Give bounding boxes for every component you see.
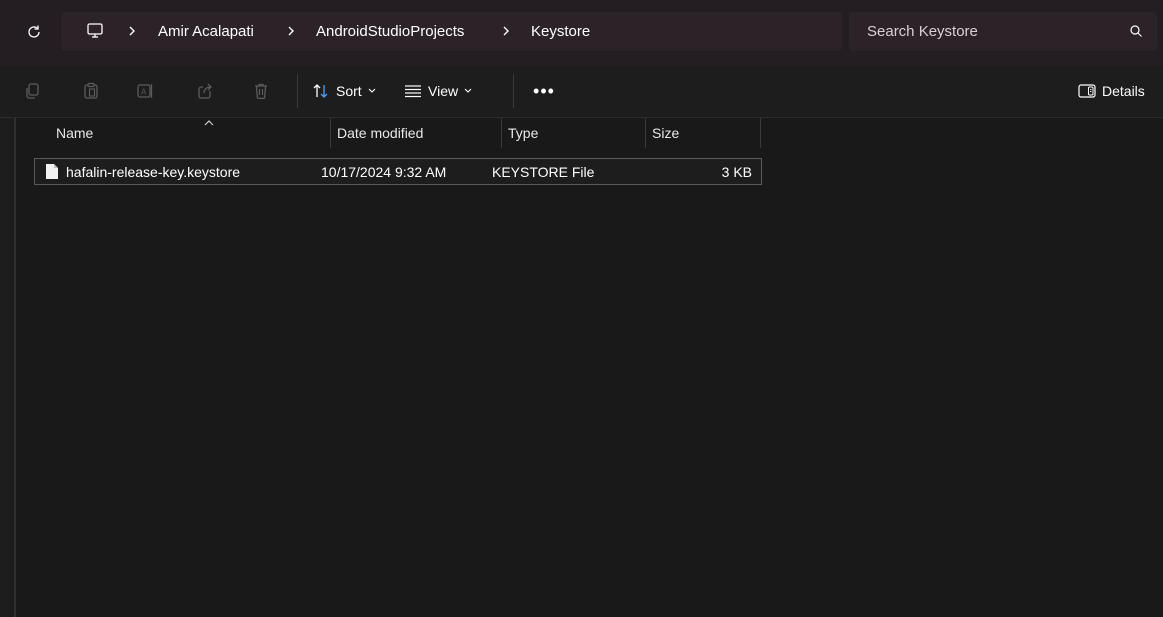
file-icon [45,163,59,180]
breadcrumb-item-keystore[interactable]: Keystore [531,12,590,51]
search-input[interactable] [867,12,1107,51]
share-icon[interactable] [194,80,216,102]
chevron-down-icon [464,88,472,93]
file-size: 3 KB [721,163,752,180]
search-box[interactable] [849,12,1157,51]
details-label: Details [1102,83,1145,99]
sort-icon [313,84,328,98]
chevron-right-icon[interactable] [125,23,139,39]
search-icon[interactable] [1129,24,1145,40]
delete-icon[interactable] [250,80,272,102]
chevron-right-icon[interactable] [284,23,298,39]
column-divider[interactable] [330,118,331,148]
details-pane-icon [1078,84,1096,98]
details-button[interactable]: Details [1078,80,1145,102]
copy-icon[interactable] [22,80,44,102]
address-bar[interactable]: Amir Acalapati AndroidStudioProjects Key… [61,12,842,51]
title-bar: Amir Acalapati AndroidStudioProjects Key… [0,0,1163,66]
sort-button[interactable]: Sort [312,76,382,106]
column-date-header[interactable]: Date modified [337,118,423,148]
column-header: Name Date modified Type Size [18,118,1163,148]
column-divider[interactable] [645,118,646,148]
file-type: KEYSTORE File [492,163,595,180]
breadcrumb-item-projects[interactable]: AndroidStudioProjects [316,12,464,51]
view-icon [405,85,421,98]
refresh-icon[interactable] [22,20,46,44]
sort-ascending-icon [203,115,215,126]
file-name[interactable]: hafalin-release-key.keystore [66,159,240,184]
command-bar: A Sort View ••• Details [0,66,1163,118]
column-size-header[interactable]: Size [652,118,679,148]
more-options-button[interactable]: ••• [531,80,557,102]
file-row[interactable]: hafalin-release-key.keystore 10/17/2024 … [34,158,762,185]
chevron-right-icon[interactable] [499,23,513,39]
file-date-modified: 10/17/2024 9:32 AM [321,163,447,180]
column-divider[interactable] [501,118,502,148]
navigation-pane-edge[interactable] [0,118,16,617]
rename-icon[interactable]: A [134,80,156,102]
svg-text:A: A [141,88,147,97]
column-divider[interactable] [760,118,761,148]
view-button[interactable]: View [404,76,478,106]
chevron-down-icon [368,88,376,93]
column-type-header[interactable]: Type [508,118,538,148]
view-label: View [428,83,459,99]
sort-label: Sort [336,83,362,99]
divider [297,74,298,108]
column-name-header[interactable]: Name [56,118,93,148]
breadcrumb-item-user[interactable]: Amir Acalapati [158,12,254,51]
divider [513,74,514,108]
paste-icon[interactable] [80,80,102,102]
this-pc-icon[interactable] [85,21,105,41]
